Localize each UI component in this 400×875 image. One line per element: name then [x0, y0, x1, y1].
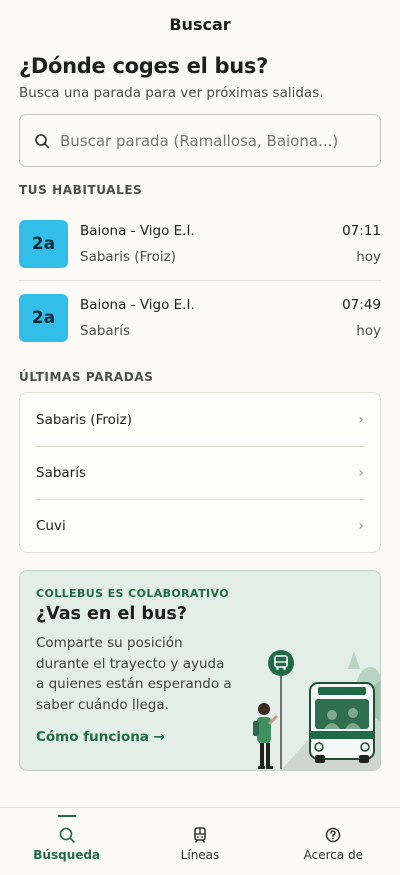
tab-acerca-de[interactable]: Acerca de: [267, 808, 400, 875]
tab-busqueda[interactable]: Búsqueda: [0, 808, 133, 875]
promo-eyebrow: COLLEBUS ES COLABORATIVO: [36, 587, 229, 600]
recent-section-title: ÚLTIMAS PARADAS: [19, 370, 154, 384]
promo-body: Comparte su posición durante el trayecto…: [36, 635, 232, 713]
favorite-route: Baiona - Vigo E.I.: [80, 297, 195, 313]
favorite-time: 07:49: [342, 297, 381, 313]
recent-stop-item[interactable]: Sabarís ›: [36, 446, 364, 499]
chevron-right-icon: ›: [358, 465, 364, 481]
screen-title: Buscar: [169, 14, 231, 34]
help-icon: [326, 827, 341, 843]
favorite-item[interactable]: 2a Baiona - Vigo E.I. Sabarís 07:49 hoy: [19, 281, 381, 355]
main-content: ¿Dónde coges el bus? Busca una parada pa…: [19, 48, 381, 771]
favorite-route: Baiona - Vigo E.I.: [80, 222, 195, 239]
favorites-list: 2a Baiona - Vigo E.I. Sabaris (Froiz) 07…: [19, 207, 381, 355]
favorite-time: 07:11: [342, 222, 381, 239]
favorite-day: hoy: [356, 248, 381, 265]
train-icon: [194, 827, 206, 843]
search-icon: [35, 133, 50, 148]
favorite-day: hoy: [356, 323, 381, 339]
tab-label: Búsqueda: [33, 848, 101, 862]
favorites-section-title: TUS HABITUALES: [19, 183, 143, 197]
tab-lineas[interactable]: Líneas: [133, 808, 266, 875]
recent-stop-label: Sabaris (Froiz): [36, 411, 132, 428]
line-badge: 2a: [19, 219, 68, 268]
line-badge: 2a: [19, 294, 68, 342]
bus-stop-illustration: [253, 650, 380, 770]
search-input[interactable]: [60, 131, 360, 150]
favorite-item[interactable]: 2a Baiona - Vigo E.I. Sabaris (Froiz) 07…: [19, 207, 381, 281]
recent-stop-item[interactable]: Cuvi ›: [36, 499, 364, 552]
active-tab-indicator: [57, 815, 76, 817]
chevron-right-icon: ›: [358, 411, 364, 428]
page-subtitle: Busca una parada para ver próximas salid…: [19, 85, 324, 101]
collaborative-promo-card: COLLEBUS ES COLABORATIVO ¿Vas en el bus?…: [19, 570, 381, 771]
search-box[interactable]: [19, 114, 381, 167]
page-title: ¿Dónde coges el bus?: [19, 54, 268, 78]
recent-stop-label: Sabarís: [36, 465, 87, 481]
recent-stop-item[interactable]: Sabaris (Froiz) ›: [36, 393, 364, 446]
promo-title: ¿Vas en el bus?: [36, 604, 187, 624]
recent-stop-label: Cuvi: [36, 518, 66, 534]
favorite-stop: Sabaris (Froiz): [80, 248, 176, 265]
tab-label: Líneas: [180, 848, 220, 862]
screen-header: Buscar: [0, 0, 400, 48]
search-icon: [59, 827, 75, 843]
how-it-works-link[interactable]: Cómo funciona →: [36, 729, 165, 745]
favorite-stop: Sabarís: [80, 323, 131, 339]
chevron-right-icon: ›: [358, 518, 364, 534]
bottom-tab-bar: Búsqueda Líneas Acerca de: [0, 807, 400, 875]
recent-stops-list: Sabaris (Froiz) › Sabarís › Cuvi ›: [19, 392, 381, 553]
tab-label: Acerca de: [303, 848, 364, 862]
